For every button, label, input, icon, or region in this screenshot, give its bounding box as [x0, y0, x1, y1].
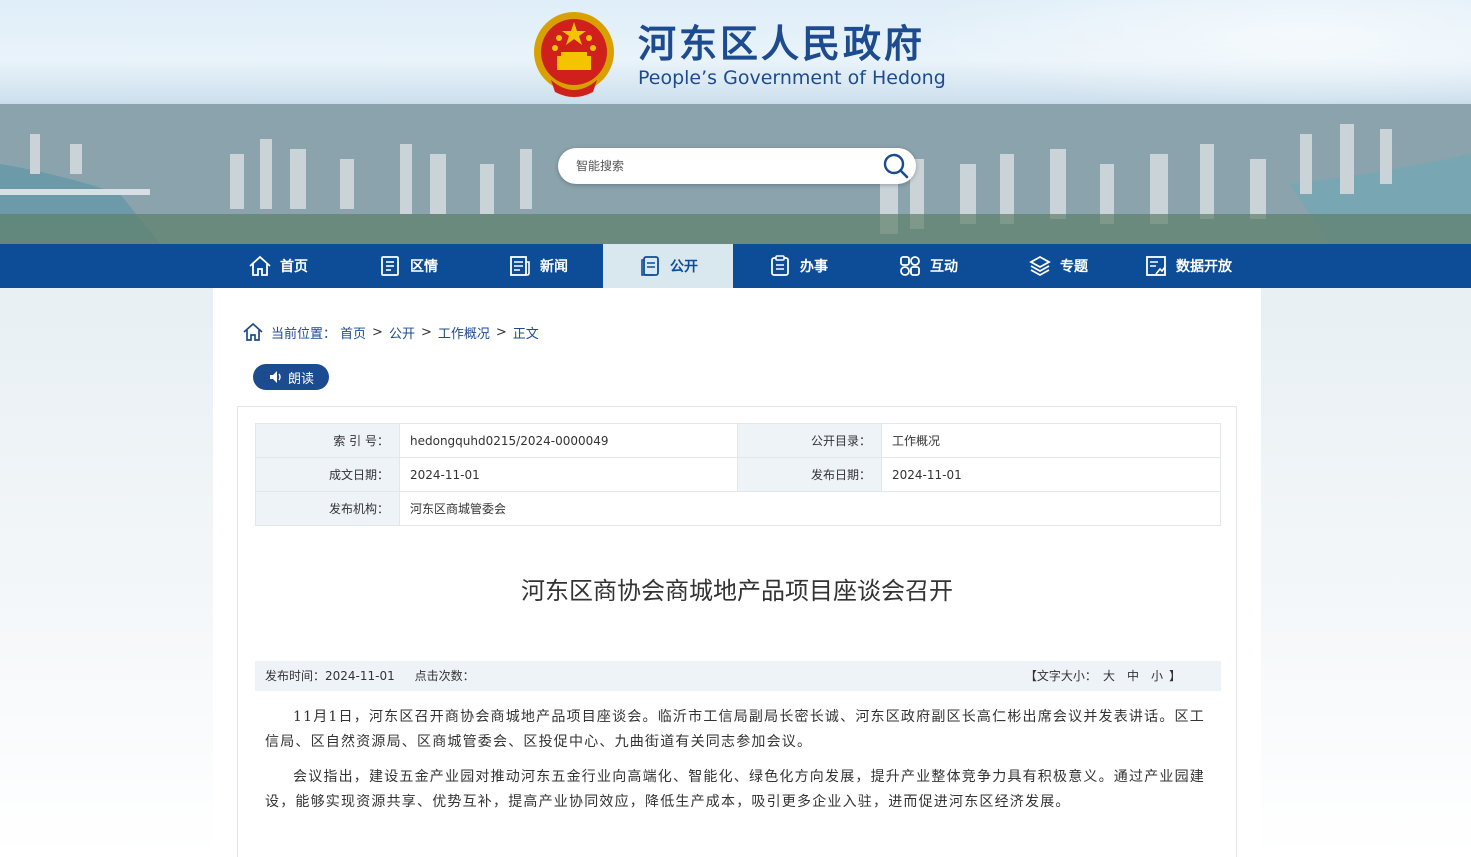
table-row: 索 引 号： hedongquhd0215/2024-0000049 公开目录：… — [255, 423, 1221, 458]
read-aloud-button[interactable]: 朗读 — [253, 364, 329, 390]
main-nav: 首页 区情 新闻 公开 办事 互动 专题 数据开放 — [0, 244, 1471, 288]
open-file-icon — [641, 256, 659, 276]
table-row: 发布机构： 河东区商城管委会 — [255, 491, 1221, 526]
nav-item-label: 首页 — [280, 259, 308, 275]
article-info-bar: 发布时间：2024-11-01 点击次数： 【文字大小： 大中小】 — [255, 661, 1221, 691]
nav-item-news[interactable]: 新闻 — [473, 244, 603, 288]
breadcrumb-separator: > — [495, 324, 507, 340]
nav-item-label: 互动 — [930, 259, 958, 275]
written-date-value: 2024-11-01 — [399, 457, 738, 492]
breadcrumb-link-home[interactable]: 首页 — [340, 323, 366, 342]
article-container: 索 引 号： hedongquhd0215/2024-0000049 公开目录：… — [237, 406, 1237, 857]
nav-item-services[interactable]: 办事 — [733, 244, 863, 288]
font-size-medium-button[interactable]: 中 — [1127, 669, 1139, 683]
map-background — [911, 0, 1471, 110]
article-body: 11月1日，河东区召开商协会商城地产品项目座谈会。临沂市工信局副局长密长诚、河东… — [265, 705, 1211, 825]
news-icon — [510, 256, 530, 276]
document-icon — [381, 256, 399, 276]
nav-item-home[interactable]: 首页 — [213, 244, 343, 288]
main-content: 当前位置： 首页 > 公开 > 工作概况 > 正文 朗读 索 引 号： hedo… — [213, 288, 1261, 857]
nav-item-label: 公开 — [670, 259, 698, 275]
font-size-control: 【文字大小： 大中小】 — [1025, 661, 1181, 691]
publish-time: 发布时间：2024-11-01 — [265, 669, 395, 683]
site-subtitle: People’s Government of Hedong — [638, 67, 946, 89]
data-icon — [1146, 256, 1166, 276]
breadcrumb-link-open[interactable]: 公开 — [389, 323, 415, 342]
layers-icon — [1029, 255, 1051, 277]
clipboard-icon — [771, 255, 789, 276]
home-icon — [249, 255, 271, 276]
speaker-icon — [269, 371, 281, 383]
home-icon — [243, 322, 263, 341]
header-banner: 河东区人民政府 People’s Government of Hedong — [0, 0, 1471, 244]
publish-date-value: 2024-11-01 — [881, 457, 1221, 492]
read-aloud-label: 朗读 — [287, 371, 314, 387]
breadcrumb-separator: > — [372, 324, 383, 340]
view-count: 点击次数： — [414, 669, 475, 683]
nav-item-label: 专题 — [1060, 259, 1088, 275]
written-date-label: 成文日期： — [255, 457, 400, 492]
search-input[interactable] — [576, 148, 876, 184]
font-size-small-button[interactable]: 小 — [1151, 669, 1163, 683]
nav-item-topics[interactable]: 专题 — [993, 244, 1123, 288]
table-row: 成文日期： 2024-11-01 发布日期： 2024-11-01 — [255, 457, 1221, 492]
search-box — [558, 148, 916, 184]
catalog-value: 工作概况 — [881, 423, 1221, 458]
nav-item-label: 办事 — [800, 259, 828, 275]
search-icon[interactable] — [882, 153, 910, 179]
font-size-large-button[interactable]: 大 — [1103, 669, 1115, 683]
nav-item-label: 区情 — [410, 259, 438, 275]
article-paragraph: 会议指出，建设五金产业园对推动河东五金行业向高端化、智能化、绿色化方向发展，提升… — [265, 769, 1205, 810]
breadcrumb-separator: > — [420, 324, 432, 340]
index-label: 索 引 号： — [255, 423, 400, 458]
national-emblem-logo — [534, 12, 614, 97]
nav-item-open[interactable]: 公开 — [603, 244, 733, 288]
publish-date-label: 发布日期： — [737, 457, 882, 492]
article-title: 河东区商协会商城地产品项目座谈会召开 — [521, 577, 953, 605]
index-value: hedongquhd0215/2024-0000049 — [399, 423, 738, 458]
breadcrumb-link-work-overview[interactable]: 工作概况 — [438, 323, 490, 342]
breadcrumb-prefix: 当前位置： — [271, 326, 337, 342]
metadata-table: 索 引 号： hedongquhd0215/2024-0000049 公开目录：… — [255, 423, 1221, 526]
font-size-prefix: 【文字大小： — [1024, 669, 1097, 683]
nav-item-district[interactable]: 区情 — [343, 244, 473, 288]
nav-item-label: 新闻 — [540, 259, 568, 275]
catalog-label: 公开目录： — [737, 423, 882, 458]
site-title: 河东区人民政府 — [638, 22, 926, 66]
nav-item-interaction[interactable]: 互动 — [863, 244, 993, 288]
org-value: 河东区商城管委会 — [399, 491, 1221, 526]
breadcrumb-link-body[interactable]: 正文 — [513, 323, 539, 342]
org-label: 发布机构： — [255, 491, 400, 526]
nav-item-open-data[interactable]: 数据开放 — [1123, 244, 1253, 288]
nav-item-label: 数据开放 — [1176, 259, 1232, 275]
interact-icon — [900, 256, 920, 276]
breadcrumb: 当前位置： 首页 > 公开 > 工作概况 > 正文 — [243, 322, 539, 342]
font-size-suffix: 】 — [1168, 669, 1181, 683]
article-paragraph: 11月1日，河东区召开商协会商城地产品项目座谈会。临沂市工信局副局长密长诚、河东… — [265, 709, 1205, 750]
